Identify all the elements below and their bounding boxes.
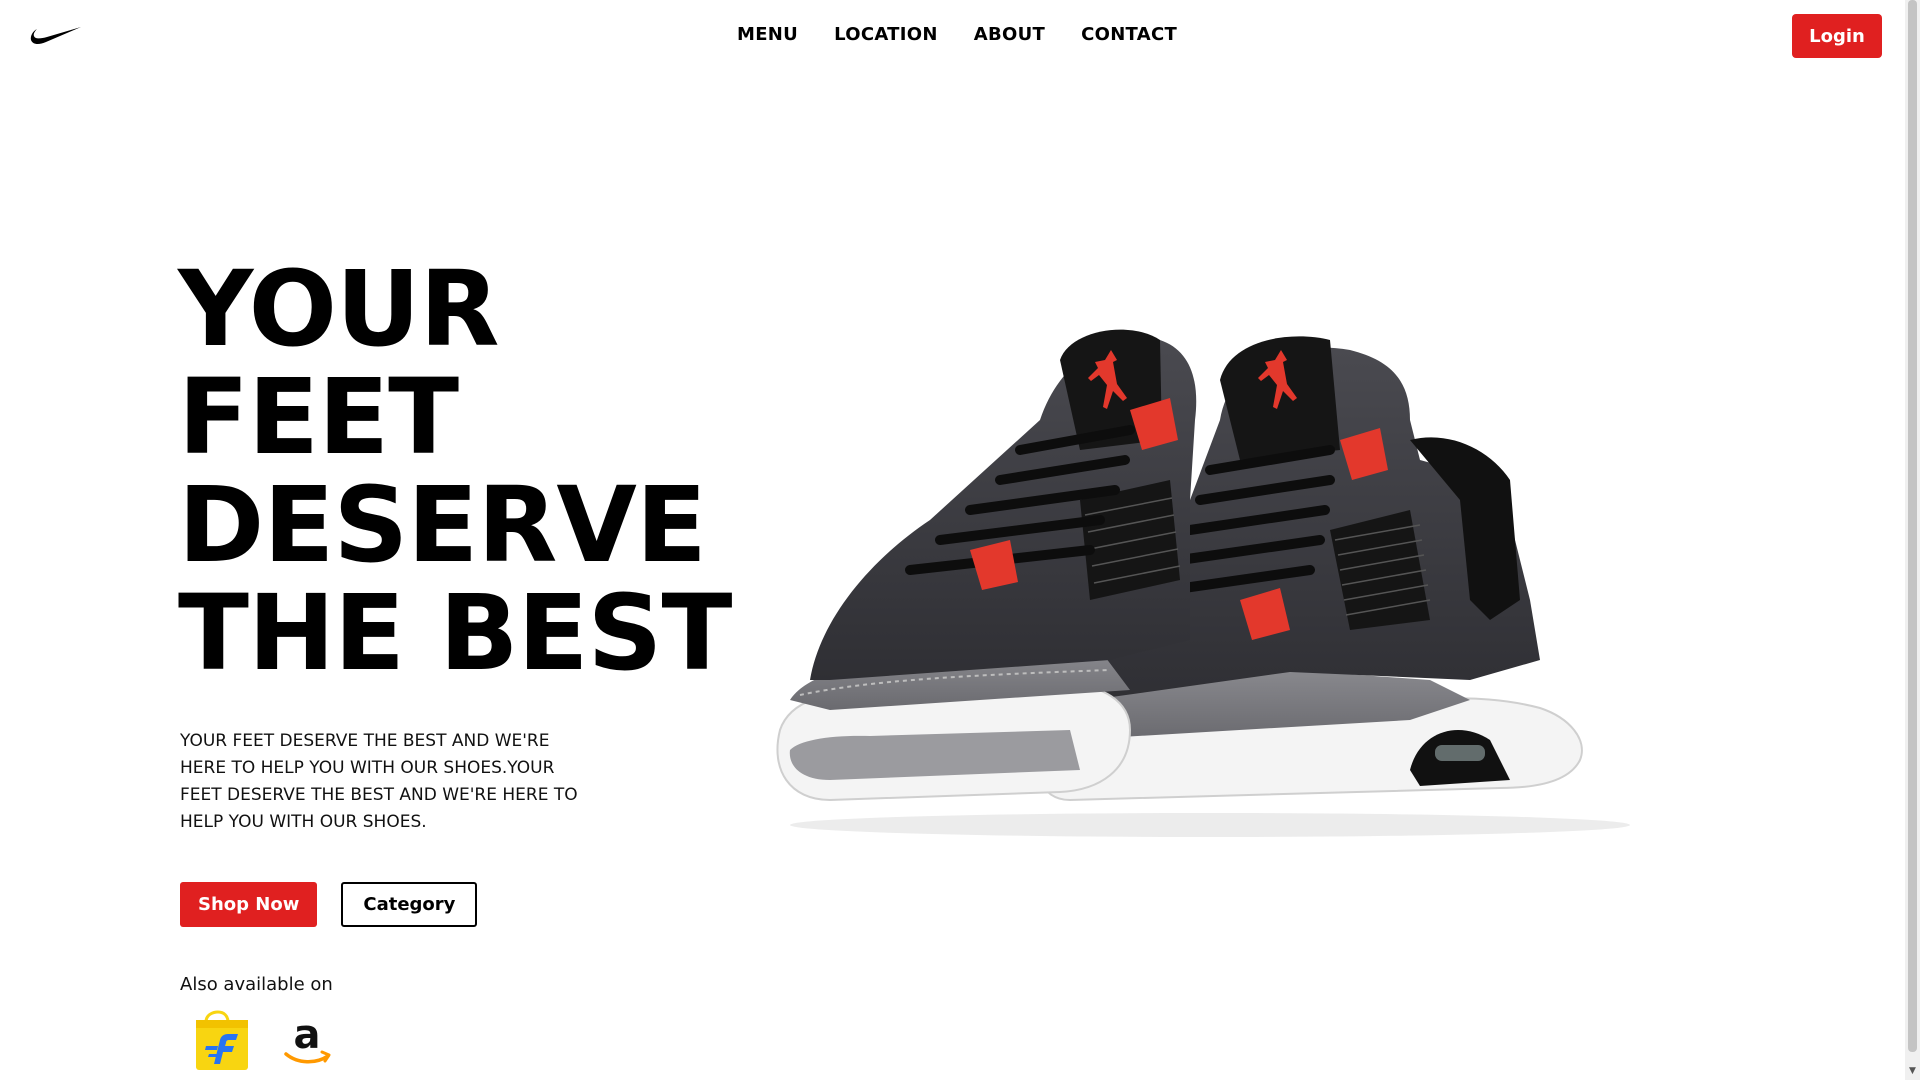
- nav-item-menu: MENU: [737, 24, 798, 45]
- store-links: a: [192, 1010, 338, 1072]
- nav-link-contact[interactable]: CONTACT: [1081, 24, 1177, 45]
- nav-link-location[interactable]: LOCATION: [834, 24, 938, 45]
- nike-swoosh-icon[interactable]: [30, 24, 82, 46]
- nav-item-contact: CONTACT: [1081, 24, 1177, 45]
- flipkart-icon[interactable]: [192, 1010, 254, 1072]
- nav-item-location: LOCATION: [834, 24, 938, 45]
- hero-description: YOUR FEET DESERVE THE BEST AND WE'RE HER…: [180, 731, 578, 832]
- category-button[interactable]: Category: [341, 882, 478, 927]
- hero-title-line: THE BEST: [178, 572, 732, 694]
- vertical-scrollbar[interactable]: ▼: [1905, 0, 1920, 1080]
- nav-link-about[interactable]: ABOUT: [974, 24, 1045, 45]
- login-button[interactable]: Login: [1792, 14, 1882, 58]
- available-on-label: Also available on: [180, 974, 333, 995]
- main-nav: MENU LOCATION ABOUT CONTACT: [737, 24, 1177, 45]
- hero-title-line: FEET: [178, 356, 459, 478]
- nav-link-menu[interactable]: MENU: [737, 24, 798, 45]
- shop-now-button[interactable]: Shop Now: [180, 882, 318, 927]
- hero-title-line: DESERVE: [178, 464, 707, 586]
- page: MENU LOCATION ABOUT CONTACT Login YOUR F…: [0, 0, 1920, 1080]
- hero-title-line: YOUR: [178, 248, 500, 370]
- nav-item-about: ABOUT: [974, 24, 1045, 45]
- hero-actions: Shop Now Category: [180, 882, 478, 927]
- hero-title: YOUR FEET DESERVE THE BEST: [178, 248, 732, 694]
- air-jordan-4-sneakers-image: [776, 329, 1630, 837]
- amazon-icon[interactable]: a: [276, 1010, 338, 1072]
- scrollbar-thumb[interactable]: [1908, 0, 1917, 1052]
- svg-text:a: a: [294, 1012, 321, 1058]
- scroll-down-arrow-icon[interactable]: ▼: [1905, 1063, 1920, 1080]
